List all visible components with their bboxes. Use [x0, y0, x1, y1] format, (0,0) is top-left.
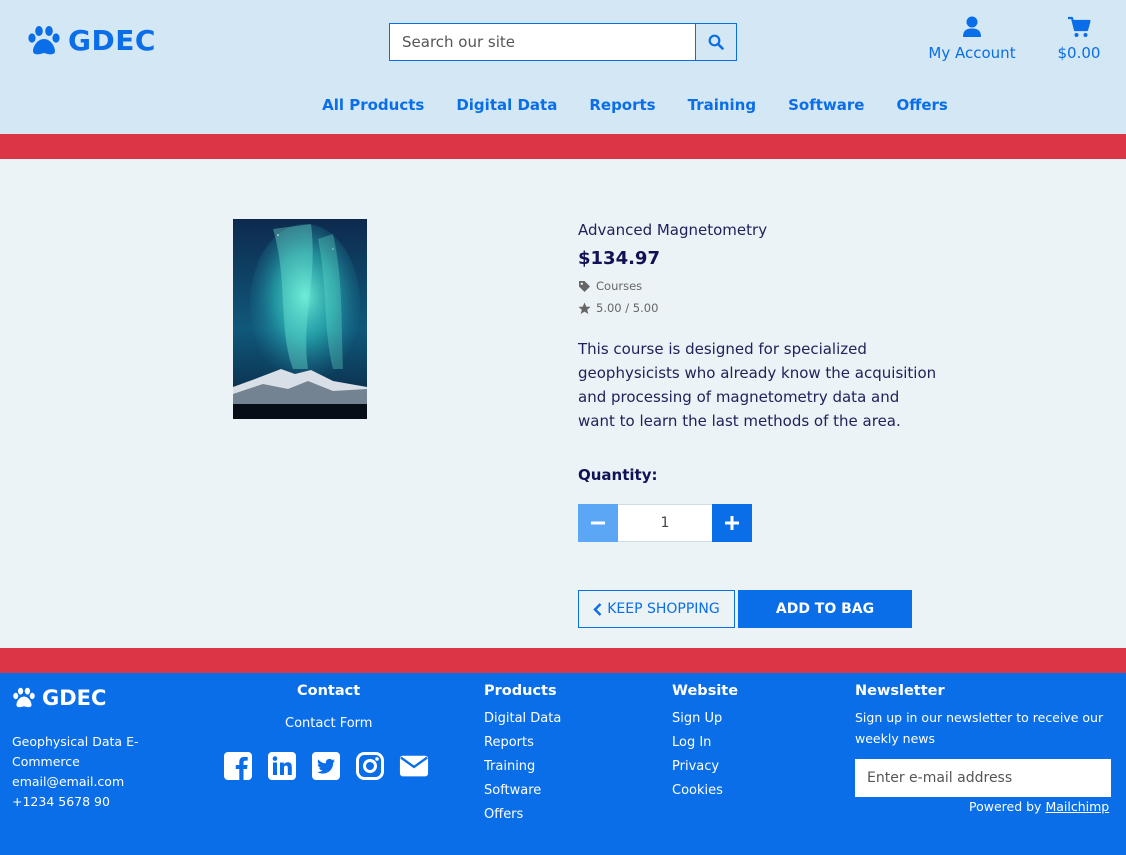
- keep-shopping-label: KEEP SHOPPING: [607, 601, 720, 617]
- footer-products-list: Digital Data Reports Training Software O…: [484, 707, 561, 827]
- footer-link-training[interactable]: Training: [484, 755, 561, 779]
- footer-link-software[interactable]: Software: [484, 779, 561, 803]
- paw-icon: [13, 687, 35, 708]
- facebook-icon: [224, 752, 252, 780]
- search-button[interactable]: [695, 24, 736, 60]
- quantity-input[interactable]: [618, 504, 712, 542]
- email-link[interactable]: [398, 751, 430, 781]
- chevron-left-icon: [593, 602, 602, 616]
- logo-text: GDEC: [68, 24, 156, 57]
- search-icon: [708, 34, 724, 50]
- footer-company-line-1: Geophysical Data E-: [12, 734, 139, 749]
- quantity-label: Quantity:: [578, 466, 658, 484]
- social-links: [222, 751, 442, 781]
- site-header: GDEC My Account $0.00 All Products Digit…: [0, 0, 1126, 134]
- header-divider-band: [0, 134, 1126, 159]
- footer-website-title: Website: [672, 683, 739, 699]
- nav-all-products[interactable]: All Products: [322, 96, 424, 114]
- footer-products-title: Products: [484, 683, 557, 699]
- quantity-stepper: [578, 504, 752, 542]
- product-image: [233, 219, 367, 419]
- newsletter-email-input[interactable]: [855, 759, 1111, 797]
- facebook-link[interactable]: [222, 751, 254, 781]
- user-icon: [963, 16, 981, 37]
- nav-training[interactable]: Training: [688, 96, 756, 114]
- shopping-bag-link[interactable]: $0.00: [1052, 16, 1106, 62]
- search-bar: [389, 23, 737, 61]
- footer-link-offers[interactable]: Offers: [484, 803, 561, 827]
- rating-label: 5.00 / 5.00: [596, 301, 659, 315]
- powered-by: Powered by Mailchimp: [969, 799, 1109, 814]
- instagram-link[interactable]: [354, 751, 386, 781]
- footer-logo[interactable]: GDEC: [12, 686, 106, 710]
- product-description: This course is designed for specialized …: [578, 340, 937, 430]
- shopping-cart-icon: [1068, 16, 1091, 37]
- category-label: Courses: [596, 279, 643, 293]
- linkedin-link[interactable]: [266, 751, 298, 781]
- footer-link-reports[interactable]: Reports: [484, 731, 561, 755]
- nav-offers[interactable]: Offers: [896, 96, 947, 114]
- product-category[interactable]: Courses: [578, 279, 642, 293]
- decrement-button[interactable]: [578, 504, 618, 542]
- product-name: Advanced Magnetometry: [578, 221, 768, 239]
- footer-newsletter-title: Newsletter: [855, 683, 945, 699]
- product-price: $134.97: [578, 248, 660, 269]
- tag-icon: [579, 280, 590, 292]
- footer-divider-band: [0, 648, 1126, 673]
- nav-digital-data[interactable]: Digital Data: [456, 96, 557, 114]
- add-to-bag-button[interactable]: ADD TO BAG: [738, 590, 912, 628]
- my-account-link[interactable]: My Account: [927, 16, 1017, 62]
- contact-form-link[interactable]: Contact Form: [285, 716, 372, 731]
- newsletter-description: Sign up in our newsletter to receive our…: [855, 710, 1104, 746]
- main-nav: All Products Digital Data Reports Traini…: [0, 96, 1126, 114]
- footer-email[interactable]: email@email.com: [12, 772, 152, 792]
- star-icon: [578, 302, 591, 314]
- plus-icon: [725, 516, 739, 530]
- footer-website-list: Sign Up Log In Privacy Cookies: [672, 707, 723, 803]
- bag-total: $0.00: [1057, 44, 1101, 62]
- keep-shopping-button[interactable]: KEEP SHOPPING: [578, 590, 735, 628]
- footer-link-sign-up[interactable]: Sign Up: [672, 707, 723, 731]
- search-input[interactable]: [390, 24, 695, 60]
- mailchimp-link[interactable]: Mailchimp: [1045, 799, 1109, 814]
- linkedin-icon: [268, 752, 296, 780]
- site-logo[interactable]: GDEC: [27, 24, 156, 57]
- product-rating: 5.00 / 5.00: [578, 301, 658, 315]
- nav-software[interactable]: Software: [788, 96, 864, 114]
- paw-icon: [28, 25, 60, 54]
- increment-button[interactable]: [712, 504, 752, 542]
- twitter-link[interactable]: [310, 751, 342, 781]
- footer-phone[interactable]: +1234 5678 90: [12, 792, 152, 812]
- footer-link-privacy[interactable]: Privacy: [672, 755, 723, 779]
- footer-link-digital-data[interactable]: Digital Data: [484, 707, 561, 731]
- powered-by-prefix: Powered by: [969, 799, 1046, 814]
- footer-company-line-2: Commerce: [12, 754, 80, 769]
- footer-about: Geophysical Data E- Commerce email@email…: [12, 732, 152, 812]
- instagram-icon: [356, 752, 384, 780]
- footer-contact-title: Contact: [297, 683, 361, 699]
- footer-link-log-in[interactable]: Log In: [672, 731, 723, 755]
- my-account-label: My Account: [928, 44, 1016, 62]
- twitter-icon: [312, 752, 340, 780]
- minus-icon: [591, 521, 605, 525]
- nav-reports[interactable]: Reports: [589, 96, 655, 114]
- site-footer: GDEC Geophysical Data E- Commerce email@…: [0, 673, 1126, 855]
- footer-link-cookies[interactable]: Cookies: [672, 779, 723, 803]
- footer-logo-text: GDEC: [42, 686, 107, 710]
- envelope-icon: [399, 755, 429, 777]
